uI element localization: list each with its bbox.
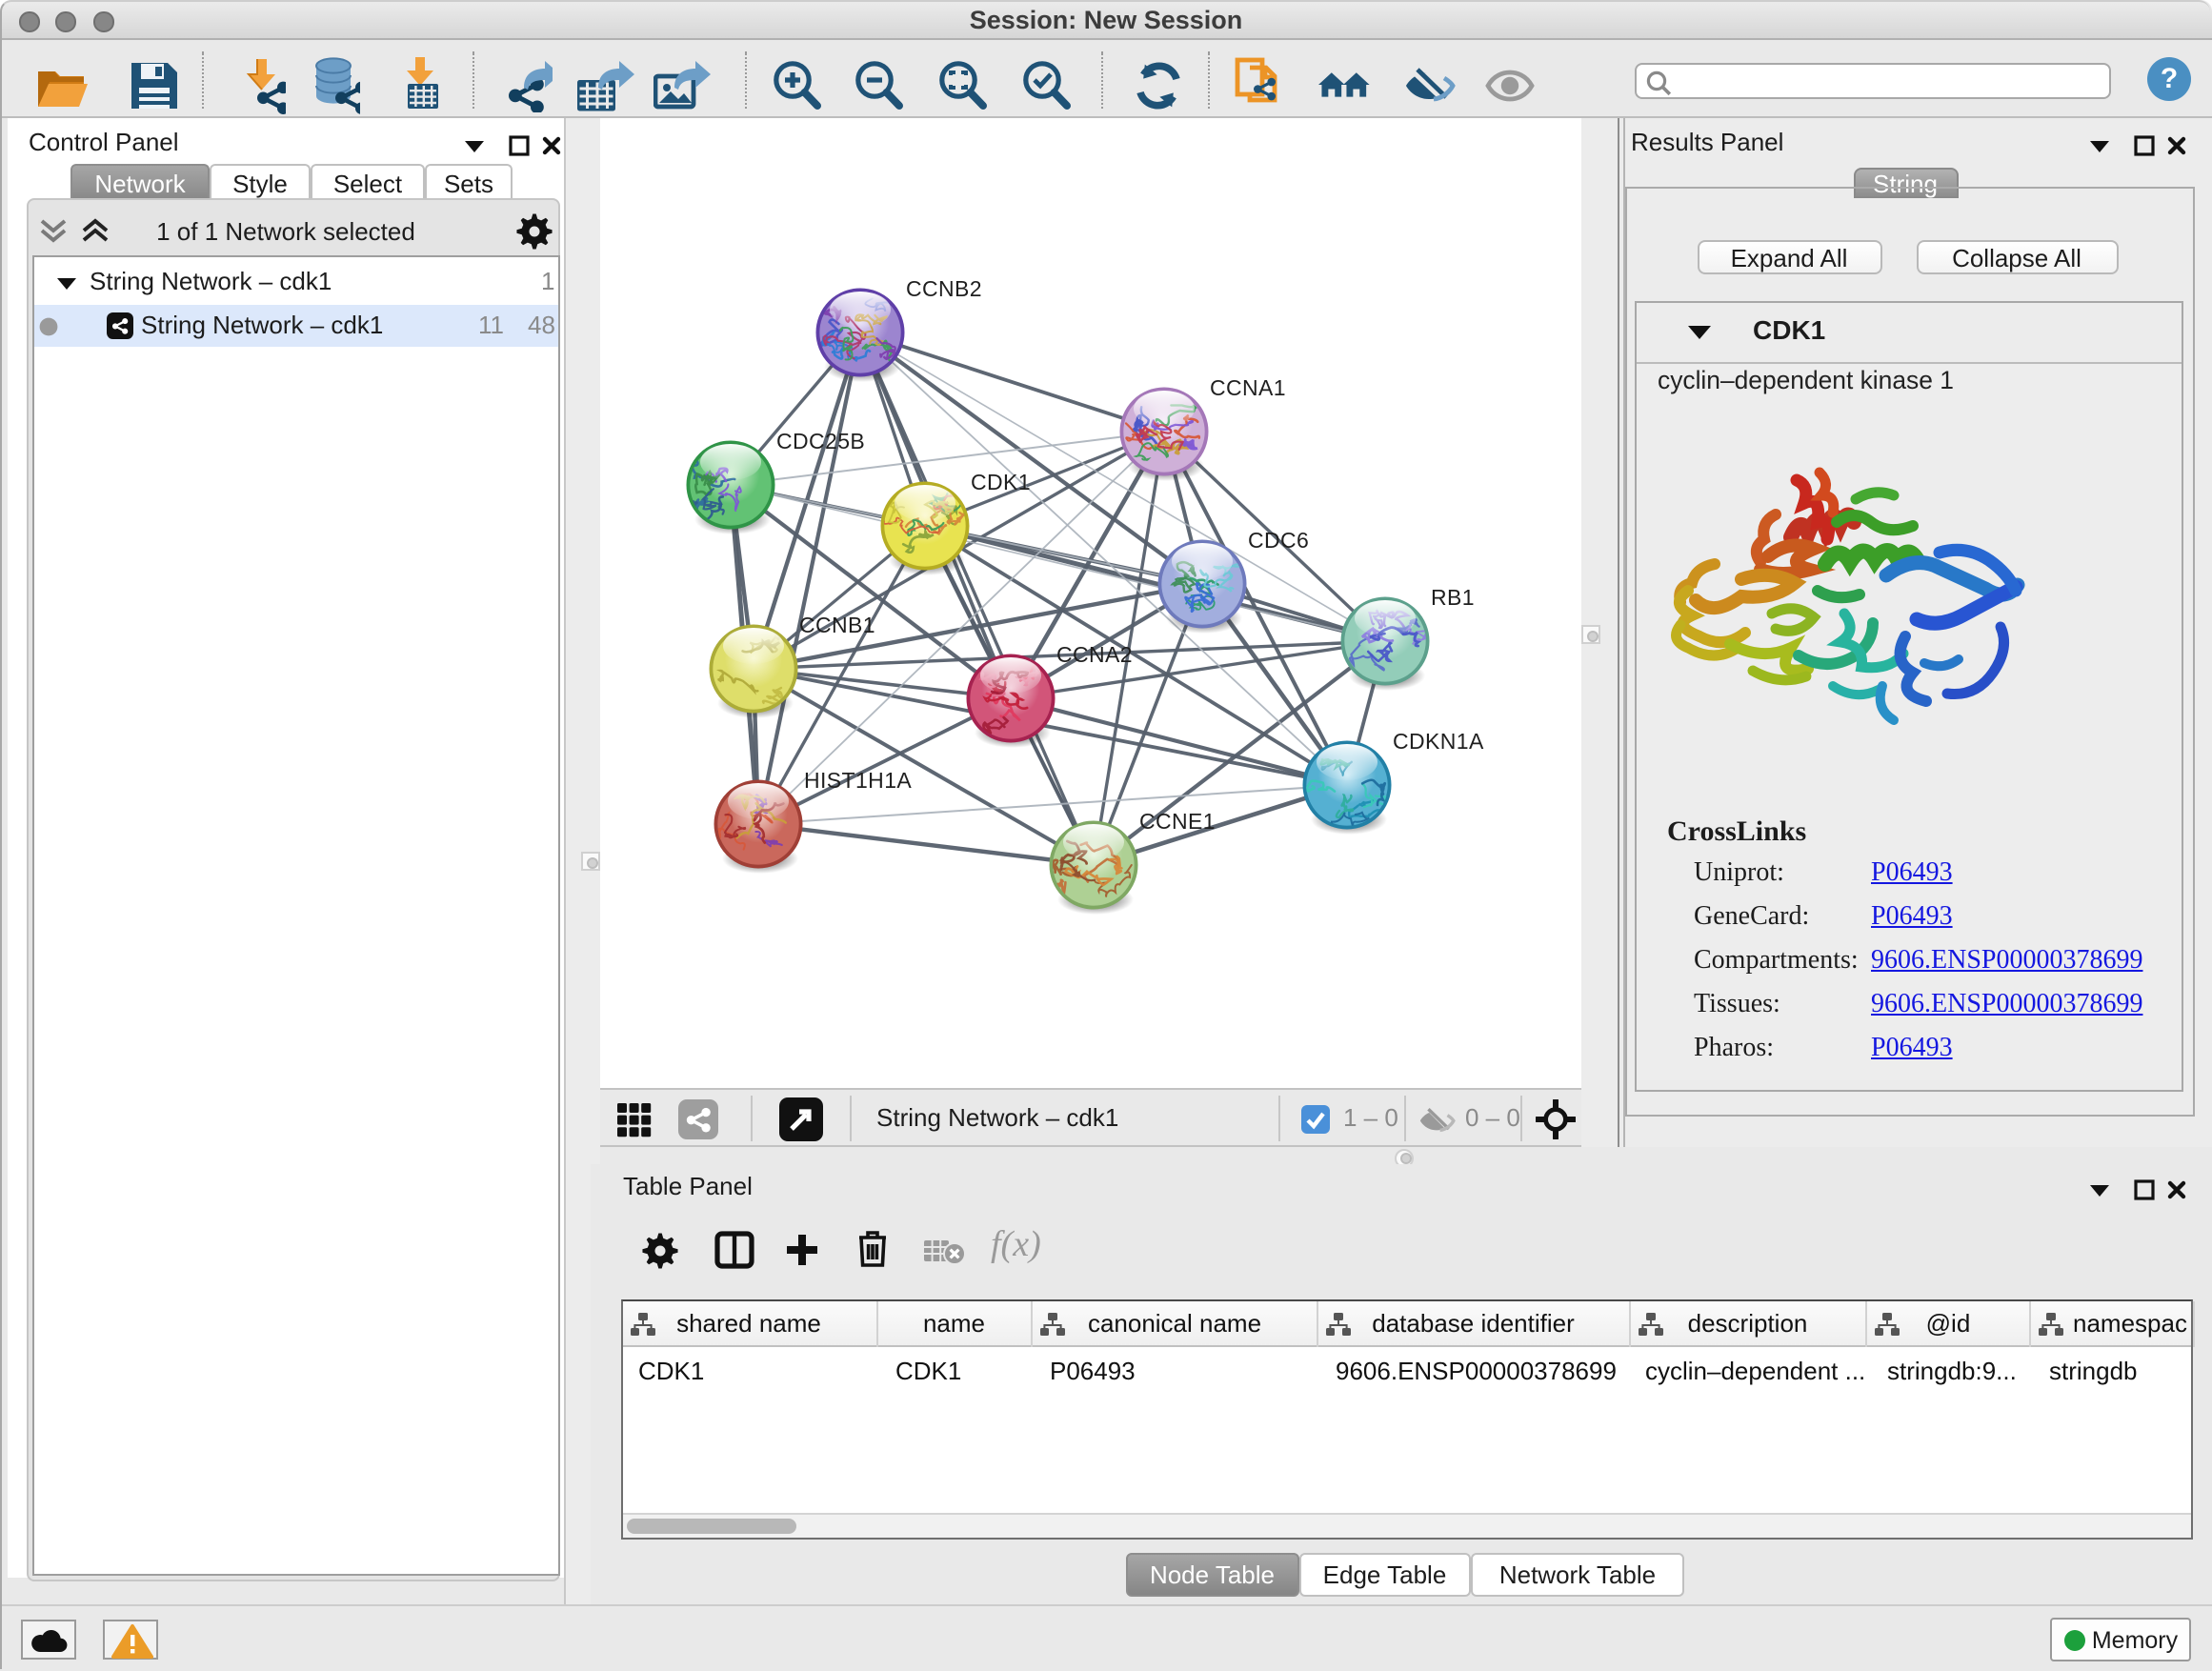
svg-text:CDC6: CDC6 xyxy=(1248,528,1309,553)
svg-text:CDK1: CDK1 xyxy=(971,470,1031,494)
svg-text:HIST1H1A: HIST1H1A xyxy=(804,768,912,793)
svg-text:CCNA1: CCNA1 xyxy=(1210,375,1286,400)
svg-text:CCNA2: CCNA2 xyxy=(1056,642,1133,667)
svg-text:CDKN1A: CDKN1A xyxy=(1393,729,1484,754)
svg-text:RB1: RB1 xyxy=(1431,585,1475,610)
svg-text:CCNB1: CCNB1 xyxy=(799,613,875,637)
svg-text:CCNE1: CCNE1 xyxy=(1139,809,1216,834)
svg-text:CCNB2: CCNB2 xyxy=(906,276,982,301)
svg-text:CDC25B: CDC25B xyxy=(776,429,865,453)
